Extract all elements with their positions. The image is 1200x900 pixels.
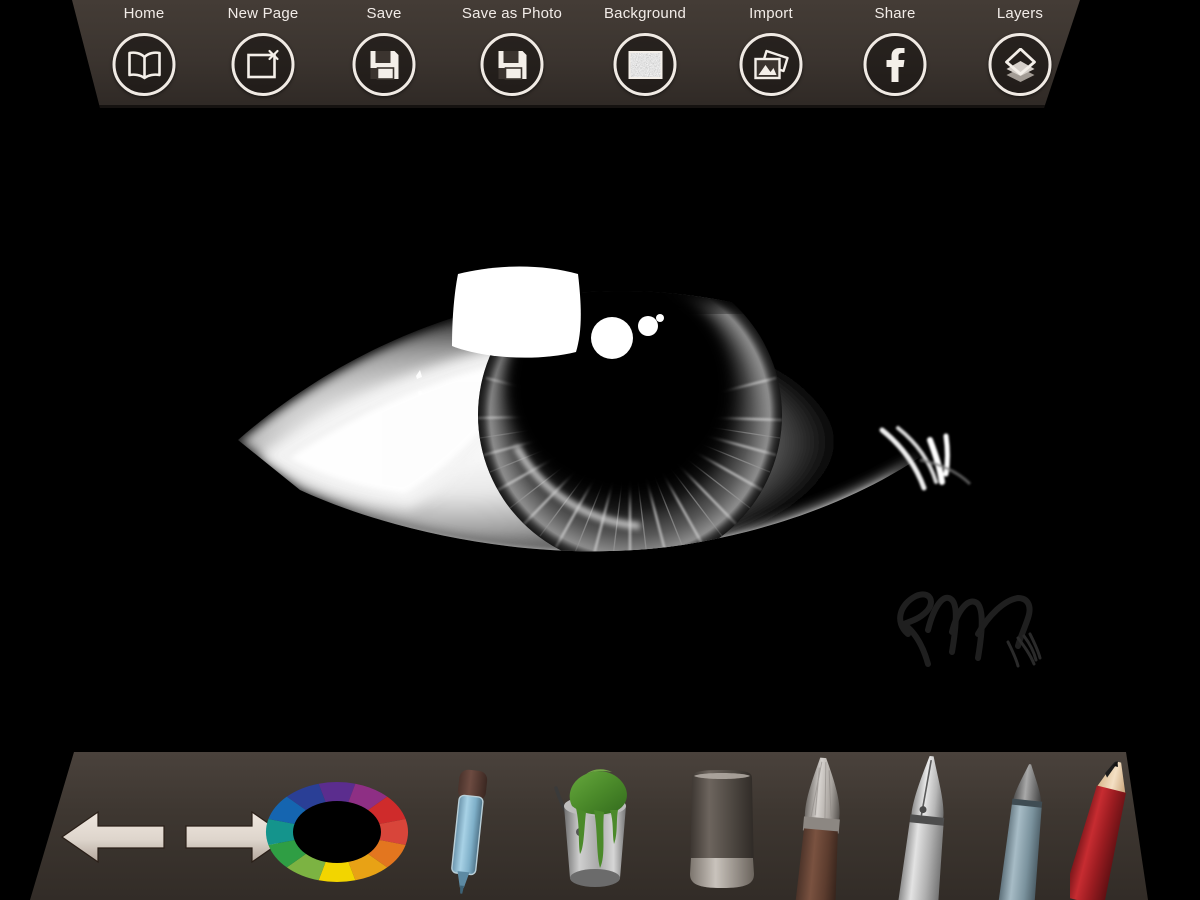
tool-palette-items <box>30 752 1148 900</box>
marker-icon <box>998 764 1043 900</box>
tool-paint-bucket[interactable] <box>542 760 652 896</box>
tool-pencil[interactable] <box>1070 758 1150 900</box>
tool-marker[interactable] <box>990 760 1058 900</box>
noise-square-icon <box>613 33 677 96</box>
toolbar-button-home[interactable]: Home <box>84 0 204 108</box>
tool-fountain-pen[interactable] <box>888 754 964 900</box>
arrow-left-icon <box>60 810 165 864</box>
color-wheel-icon <box>266 781 408 883</box>
color-wheel-button[interactable] <box>264 776 410 888</box>
paintbrush-icon <box>795 757 840 900</box>
pencil-icon <box>1070 760 1126 900</box>
toolbar-label-new-page: New Page <box>227 5 299 22</box>
tool-eyedropper[interactable] <box>436 764 500 894</box>
eyedropper-icon <box>451 769 488 894</box>
toolbar-button-layers[interactable]: Layers <box>960 0 1080 108</box>
toolbar-label-save-as-photo: Save as Photo <box>461 5 563 22</box>
eraser-icon <box>690 770 754 888</box>
facebook-icon <box>863 33 927 96</box>
toolbar-button-save-as-photo[interactable]: Save as Photo <box>452 0 572 108</box>
toolbar-button-import[interactable]: Import <box>711 0 831 108</box>
floppy-photo-icon <box>480 33 544 96</box>
new-page-icon <box>231 33 295 96</box>
toolbar-label-layers: Layers <box>996 5 1044 22</box>
artwork-signature <box>897 591 1042 668</box>
drawing-app-window: Home New Page Save Save as Photo Backgro… <box>0 0 1200 900</box>
tool-paintbrush[interactable] <box>784 754 860 900</box>
toolbar-button-background[interactable]: Background <box>585 0 705 108</box>
toolbar-label-share: Share <box>874 5 916 22</box>
toolbar-label-import: Import <box>749 5 793 22</box>
toolbar-label-background: Background <box>603 5 687 22</box>
toolbar-label-save: Save <box>366 5 402 22</box>
undo-button[interactable] <box>58 810 168 864</box>
tool-eraser[interactable] <box>682 766 764 894</box>
fountain-pen-icon <box>898 755 945 900</box>
eye-artwork <box>230 250 1010 590</box>
photo-stack-icon <box>739 33 803 96</box>
layers-icon <box>988 33 1052 96</box>
floppy-disk-icon <box>352 33 416 96</box>
paint-bucket-icon <box>554 769 627 887</box>
top-toolbar-items: Home New Page Save Save as Photo Backgro… <box>0 0 1080 108</box>
book-icon <box>112 33 176 96</box>
selected-color-swatch <box>293 801 381 863</box>
toolbar-button-share[interactable]: Share <box>835 0 955 108</box>
toolbar-button-new-page[interactable]: New Page <box>203 0 323 108</box>
toolbar-label-home: Home <box>123 5 165 22</box>
toolbar-button-save[interactable]: Save <box>324 0 444 108</box>
